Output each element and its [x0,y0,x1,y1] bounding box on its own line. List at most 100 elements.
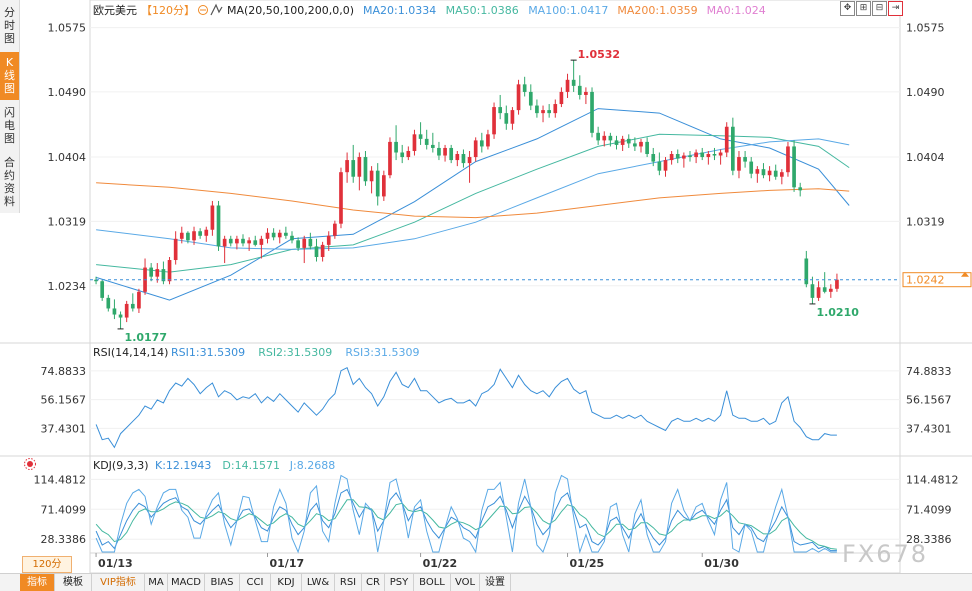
candle-body [773,170,778,177]
candle-body [173,238,178,261]
candle-body [651,154,656,162]
zoom-out-icon[interactable]: ⊟ [872,1,887,16]
indicator-button-2[interactable]: VIP指标 [92,574,145,591]
candle-body [810,284,815,298]
candle-body [712,154,717,156]
candle-body [639,141,643,147]
indicator-button-8[interactable]: LW& [302,574,335,591]
fullscreen-icon[interactable]: ⇥ [888,1,903,16]
kline-chart[interactable]: 欧元美元 【120分】 MA(20,50,100,200,0,0) MA20:1… [0,0,972,573]
indicator-tick-left: 71.4099 [41,503,87,516]
candle-body [228,238,233,244]
ma-line-ma100 [96,138,850,250]
candle-body [706,154,711,158]
candle-body [504,113,509,124]
candle-body [669,154,674,161]
candle-body [106,297,111,309]
indicator-button-4[interactable]: MACD [168,574,205,591]
ma-value-4: MA0:1.024 [707,4,766,17]
candle-body [118,314,123,318]
indicator-button-13[interactable]: VOL [451,574,480,591]
candle-body [510,110,515,124]
candle-body [590,91,594,133]
candle-body [633,143,637,147]
candle-body [535,105,539,114]
indicator-button-12[interactable]: BOLL [414,574,451,591]
candle-body [222,238,227,247]
candle-body [822,287,827,292]
indicator-tick-left: 37.4301 [41,422,87,435]
indicator-button-14[interactable]: 设置 [480,574,511,591]
candle-body [559,91,564,105]
price-axis-left: 1.0575 1.0490 1.0404 1.0319 1.0234 [48,22,87,293]
candle-body [547,110,551,114]
candle-body [577,85,582,95]
candle-body [724,126,729,153]
indicator-button-3[interactable]: MA [145,574,168,591]
price-tick-right: 1.0319 [906,215,945,228]
candle-body [216,205,221,247]
indicator-value-2: J:8.2688 [289,459,335,472]
zoom-in-icon[interactable]: ⊞ [856,1,871,16]
candle-body [241,238,245,244]
candle-body [394,141,398,153]
current-price-label: 1.0242 [906,274,945,287]
indicator-button-10[interactable]: CR [362,574,385,591]
candle-body [314,246,319,257]
price-tick-left: 1.0234 [48,280,87,293]
indicator-tick-right: 56.1567 [906,394,952,407]
indicator-button-1[interactable]: 模板 [55,574,92,591]
candle-body [192,231,196,241]
indicator-bar: 指标 模板 VIP指标 MA MACD BIAS CCI KDJ LW& RSI CR PSY BOLL… [0,573,972,591]
candle-body [828,288,833,292]
price-tick-right: 1.0404 [906,151,945,164]
ma-value-3: MA200:1.0359 [617,4,697,17]
candle-body [369,170,374,182]
candle-body [400,152,405,158]
candle-body [259,238,264,245]
candle-body [112,308,117,315]
time-label: 01/13 [98,557,133,570]
price-axis-right: 1.0575 1.0490 1.0404 1.0319 [906,22,945,229]
candle-body [694,152,698,158]
candle-body [418,134,423,139]
candle-body [486,134,490,147]
indicator-button-7[interactable]: KDJ [271,574,302,591]
indicator-button-6[interactable]: CCI [240,574,271,591]
candle-body [149,267,154,277]
candle-body [461,154,466,164]
candle-body [614,140,619,145]
candle-body [296,240,300,248]
indicator-button-11[interactable]: PSY [385,574,414,591]
indicator-line-2 [95,474,837,554]
candle-body [271,232,276,238]
time-axis: 01/13 01/17 01/22 01/25 01/30 [95,553,739,570]
high-low-annotations: 1.0532 1.0177 1.0210 [117,48,859,344]
candle-body [731,126,735,171]
kdj-settings-icon[interactable] [24,458,36,470]
candle-body [779,172,784,177]
period-button[interactable]: 120分 [22,556,72,573]
time-label: 01/17 [270,557,305,570]
candle-body [835,279,839,289]
candle-body [302,238,307,248]
ma-indicator-icon [210,3,223,16]
indicator-line-1 [95,499,837,550]
candle-body [179,232,184,239]
candle-body [620,138,625,145]
candle-body [761,169,766,176]
candle-body [467,157,472,164]
candle-body [375,170,380,197]
period-label: 【120分】 [141,4,195,17]
indicator-button-0[interactable]: 指标 [20,574,55,591]
candle-body [718,152,723,156]
indicator-button-9[interactable]: RSI [335,574,362,591]
candle-body [130,303,135,309]
candle-body [363,157,368,182]
ma-line-ma20 [95,108,850,301]
candle-body [137,291,141,309]
time-label: 01/25 [570,557,605,570]
indicator-tick-right: 114.4812 [906,473,959,486]
move-icon[interactable]: ✥ [840,1,855,16]
indicator-button-5[interactable]: BIAS [205,574,240,591]
